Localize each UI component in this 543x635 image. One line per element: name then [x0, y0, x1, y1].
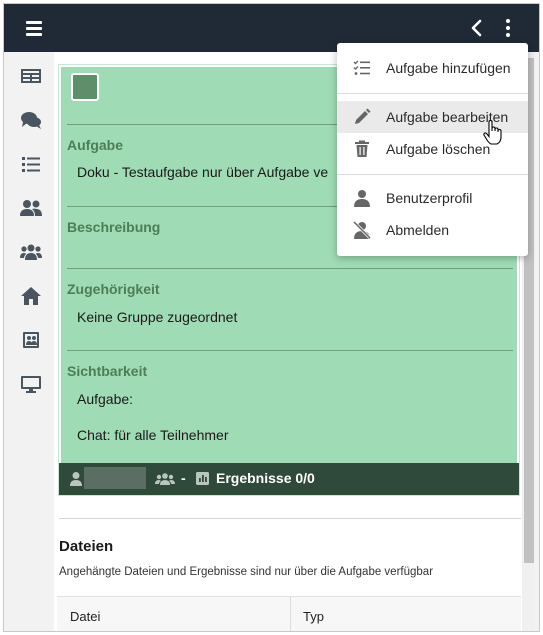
section-title-sichtbarkeit: Sichtbarkeit	[67, 363, 148, 379]
author-name-redacted	[84, 467, 146, 489]
menu-item-profile[interactable]: Benutzerprofil	[337, 182, 528, 214]
task-title-value: Doku - Testaufgabe nur über Aufgabe ve	[77, 164, 329, 180]
section-title-zugehoerigkeit: Zugehörigkeit	[67, 281, 160, 297]
menu-item-label: Benutzerprofil	[386, 190, 473, 206]
divider	[337, 93, 528, 94]
sidebar	[4, 52, 54, 631]
results-counter[interactable]: Ergebnisse 0/0	[216, 470, 315, 486]
group-icon	[155, 472, 175, 486]
newspaper-icon[interactable]	[20, 66, 42, 86]
divider	[67, 350, 513, 351]
monitor-icon[interactable]	[20, 374, 42, 394]
menu-item-label: Abmelden	[386, 222, 450, 238]
files-table-header: Datei Typ	[57, 596, 521, 631]
pencil-icon	[353, 108, 371, 126]
contact-card-icon[interactable]	[20, 330, 42, 350]
divider	[337, 174, 528, 175]
chat-bubbles-icon[interactable]	[20, 110, 42, 130]
chart-icon	[196, 472, 209, 485]
section-title-aufgabe: Aufgabe	[67, 137, 123, 153]
files-subtitle: Angehängte Dateien und Ergebnisse sind n…	[59, 566, 434, 578]
section-title-beschreibung: Beschreibung	[67, 219, 161, 235]
menu-item-label: Aufgabe hinzufügen	[386, 60, 511, 76]
users-icon[interactable]	[20, 198, 42, 218]
menu-item-label: Aufgabe löschen	[386, 141, 491, 157]
group-icon[interactable]	[20, 242, 42, 262]
group-assignment-value: Keine Gruppe zugeordnet	[77, 309, 238, 325]
visibility-task-value: Aufgabe:	[77, 391, 134, 407]
hamburger-icon[interactable]	[26, 21, 42, 36]
home-icon[interactable]	[20, 286, 42, 306]
divider	[67, 268, 513, 269]
app-window: Aufgabe Doku - Testaufgabe nur über Aufg…	[3, 3, 540, 632]
chevron-left-icon[interactable]	[470, 18, 484, 38]
task-checkbox[interactable]	[71, 73, 99, 101]
divider	[59, 518, 521, 519]
column-header-datei[interactable]: Datei	[70, 609, 100, 624]
user-icon	[69, 471, 83, 487]
menu-item-add-task[interactable]: Aufgabe hinzufügen	[337, 52, 528, 84]
files-heading: Dateien	[59, 538, 114, 555]
trash-icon	[353, 140, 371, 158]
column-header-typ[interactable]: Typ	[303, 609, 324, 624]
checklist-icon	[353, 59, 371, 77]
user-slash-icon	[352, 220, 372, 240]
vertical-dots-icon[interactable]	[504, 19, 512, 39]
user-icon	[353, 189, 371, 207]
context-menu: Aufgabe hinzufügen Aufgabe bearbeiten Au…	[337, 43, 528, 256]
task-list-icon[interactable]	[20, 154, 42, 174]
column-separator	[290, 597, 291, 631]
hand-cursor-icon	[483, 119, 503, 146]
group-name-value: -	[181, 470, 186, 486]
visibility-chat-value: Chat: für alle Teilnehmer	[77, 427, 229, 443]
menu-item-logout[interactable]: Abmelden	[337, 214, 528, 246]
task-card-footer: - Ergebnisse 0/0	[59, 463, 519, 495]
